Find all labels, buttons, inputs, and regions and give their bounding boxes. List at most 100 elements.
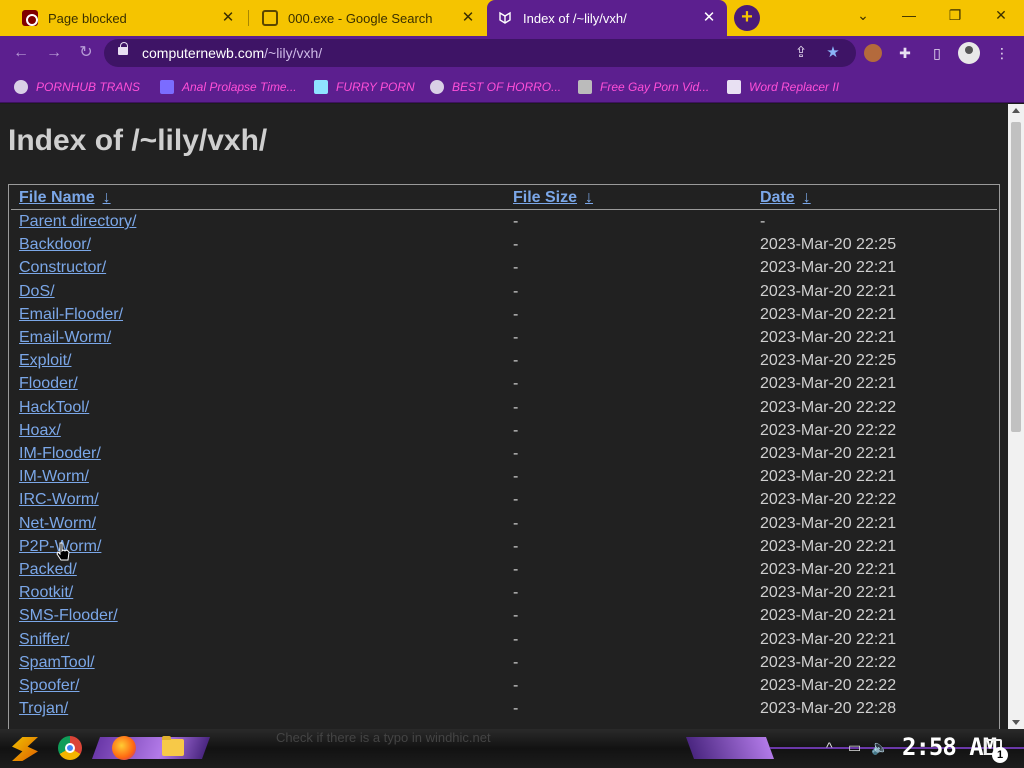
volume-icon[interactable]: 🔈: [871, 739, 888, 756]
forward-arrow-icon[interactable]: →: [43, 42, 65, 64]
profile-avatar-icon[interactable]: [958, 42, 980, 64]
file-name-link[interactable]: DoS/: [19, 283, 55, 301]
file-size-cell: -: [513, 329, 519, 346]
bookmark-label: BEST OF HORRO...: [452, 80, 562, 94]
close-window-button[interactable]: ✕: [978, 0, 1024, 32]
file-name-link[interactable]: Trojan/: [19, 700, 68, 718]
close-tab-icon[interactable]: ✕: [460, 10, 476, 26]
table-row: Constructor/ - 2023-Mar-20 22:21: [9, 259, 999, 282]
table-row: Email-Flooder/ - 2023-Mar-20 22:21: [9, 306, 999, 329]
extensions-puzzle-icon[interactable]: ✚: [896, 44, 914, 62]
file-name-link[interactable]: IM-Flooder/: [19, 445, 101, 463]
tab-index-of[interactable]: Index of /~lily/vxh/ ✕: [487, 0, 727, 36]
file-name-link[interactable]: IRC-Worm/: [19, 491, 99, 509]
file-date-cell: 2023-Mar-20 22:21: [760, 537, 897, 555]
column-header-file-size[interactable]: File Size ↓: [513, 189, 593, 207]
file-name-link[interactable]: Spoofer/: [19, 677, 79, 695]
scroll-up-arrow-icon[interactable]: [1012, 108, 1020, 113]
tab-google-search[interactable]: 000.exe - Google Search ✕: [252, 0, 486, 36]
file-name-link[interactable]: Packed/: [19, 561, 77, 579]
tab-title: Index of /~lily/vxh/: [523, 10, 627, 26]
file-name-link[interactable]: Constructor/: [19, 259, 106, 277]
file-name-link[interactable]: Backdoor/: [19, 236, 91, 254]
close-tab-icon[interactable]: ✕: [701, 10, 717, 26]
file-name-link[interactable]: Sniffer/: [19, 631, 69, 649]
file-date-cell: 2023-Mar-20 22:21: [760, 375, 897, 393]
bookmark-star-icon[interactable]: ★: [824, 44, 842, 62]
taskbar-decoration: [685, 737, 775, 759]
bookmark-item[interactable]: FURRY PORN: [314, 78, 415, 96]
taskbar-hint-text: Check if there is a typo in windhic.net: [276, 730, 491, 745]
file-name-link[interactable]: SMS-Flooder/: [19, 607, 118, 625]
extension-avatar-icon[interactable]: [864, 44, 882, 62]
lock-icon[interactable]: [118, 42, 128, 55]
file-name-link[interactable]: HackTool/: [19, 399, 89, 417]
file-size-cell: -: [513, 491, 519, 509]
column-header-date[interactable]: Date ↓: [760, 189, 811, 207]
bookmark-item[interactable]: Free Gay Porn Vid...: [578, 78, 709, 96]
side-panel-icon[interactable]: ▯: [928, 44, 946, 62]
address-bar[interactable]: computernewb.com/~lily/vxh/ ⇪ ★: [104, 39, 856, 67]
file-name-link[interactable]: Parent directory/: [19, 213, 136, 231]
file-size-cell: -: [513, 468, 519, 486]
file-size-cell: -: [513, 607, 519, 625]
table-row: Exploit/ - 2023-Mar-20 22:25: [9, 352, 999, 375]
tray-chevron-icon[interactable]: ^: [826, 739, 833, 755]
header-label: File Name: [19, 189, 95, 206]
file-name-link[interactable]: Exploit/: [19, 352, 71, 370]
tab-search-chevron-icon[interactable]: ⌄: [840, 0, 886, 32]
globe-icon: [430, 80, 444, 94]
share-icon[interactable]: ⇪: [792, 44, 810, 62]
file-date-cell: 2023-Mar-20 22:22: [760, 421, 897, 439]
chrome-taskbar-icon[interactable]: [58, 736, 82, 760]
file-name-link[interactable]: Flooder/: [19, 375, 78, 393]
tab-page-blocked[interactable]: Page blocked ✕: [12, 0, 246, 36]
file-size-cell: -: [513, 700, 519, 718]
file-size-cell: -: [513, 398, 519, 416]
file-name-link[interactable]: Email-Worm/: [19, 329, 111, 347]
page-scrollbar[interactable]: [1008, 104, 1024, 729]
scroll-down-arrow-icon[interactable]: [1012, 720, 1020, 725]
header-label: File Size: [513, 189, 578, 206]
file-name-link[interactable]: Rootkit/: [19, 584, 73, 602]
bookmark-label: Word Replacer II: [749, 80, 840, 94]
table-row: Sniffer/ - 2023-Mar-20 22:21: [9, 631, 999, 654]
bookmarks-bar: PORNHUB TRANS Anal Prolapse Time... FURR…: [0, 70, 1024, 103]
close-tab-icon[interactable]: ✕: [220, 10, 236, 26]
file-date-cell: 2023-Mar-20 22:21: [760, 329, 897, 346]
bookmark-item[interactable]: PORNHUB TRANS: [14, 78, 140, 96]
notification-badge: 1: [992, 747, 1008, 763]
menu-kebab-icon[interactable]: ⋮: [993, 44, 1011, 62]
bookmark-item[interactable]: Anal Prolapse Time...: [160, 78, 297, 96]
globe-icon: [14, 80, 28, 94]
sort-arrow-icon: ↓: [585, 189, 594, 206]
minimize-button[interactable]: —: [886, 0, 932, 32]
file-name-link[interactable]: Email-Flooder/: [19, 306, 123, 324]
new-tab-button[interactable]: +: [734, 5, 760, 31]
back-arrow-icon[interactable]: ←: [10, 42, 32, 64]
taskbar-clock[interactable]: 2:58 AM: [902, 733, 997, 761]
file-name-link[interactable]: IM-Worm/: [19, 468, 89, 486]
firefox-taskbar-icon[interactable]: [112, 736, 136, 760]
file-size-cell: -: [513, 584, 519, 602]
bookmark-label: Free Gay Porn Vid...: [600, 80, 710, 94]
url-text[interactable]: computernewb.com/~lily/vxh/: [142, 45, 322, 61]
reload-icon[interactable]: ↻: [75, 42, 97, 64]
file-date-cell: 2023-Mar-20 22:25: [760, 236, 897, 254]
file-date-cell: 2023-Mar-20 22:21: [760, 630, 897, 648]
file-explorer-icon[interactable]: [162, 736, 184, 756]
file-size-cell: -: [513, 213, 519, 230]
bookmark-item[interactable]: BEST OF HORRO...: [430, 78, 561, 96]
restore-button[interactable]: ❐: [932, 0, 978, 32]
scrollbar-thumb[interactable]: [1011, 122, 1021, 432]
bookmark-item[interactable]: Word Replacer II: [727, 78, 839, 96]
table-row: HackTool/ - 2023-Mar-20 22:22: [9, 399, 999, 422]
table-row: IM-Worm/ - 2023-Mar-20 22:21: [9, 468, 999, 491]
column-header-file-name[interactable]: File Name ↓: [19, 189, 111, 207]
file-date-cell: 2023-Mar-20 22:21: [760, 445, 897, 462]
file-name-link[interactable]: Hoax/: [19, 422, 61, 440]
file-name-link[interactable]: Net-Worm/: [19, 515, 96, 533]
file-name-link[interactable]: SpamTool/: [19, 654, 95, 672]
network-icon[interactable]: ▭: [848, 739, 861, 756]
file-size-cell: -: [513, 445, 519, 462]
